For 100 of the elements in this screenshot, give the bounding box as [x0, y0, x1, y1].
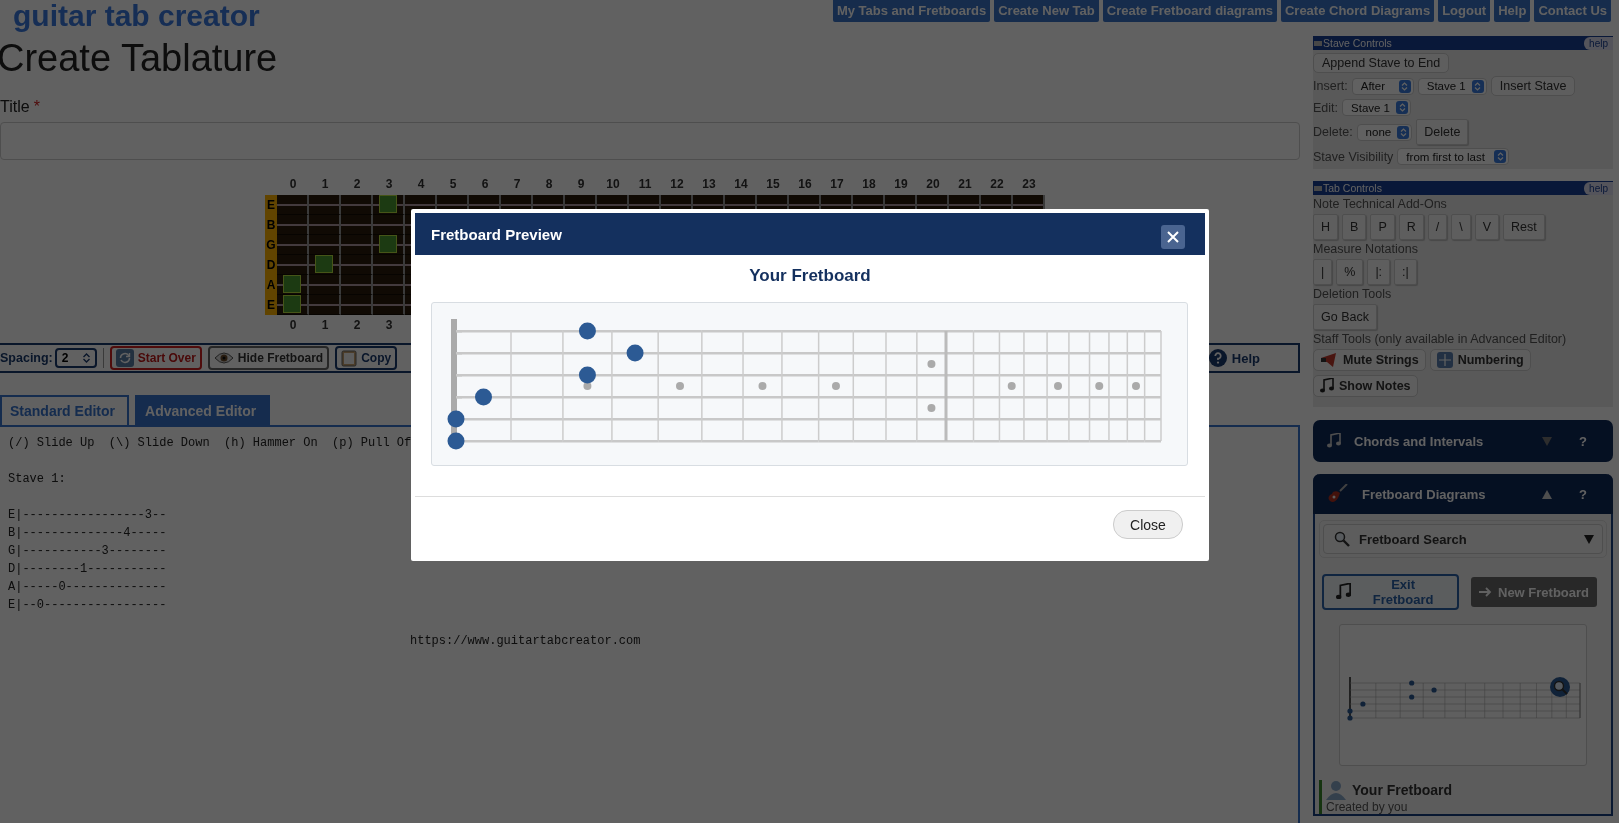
fret-number: 8 — [545, 177, 553, 191]
search-field[interactable]: Fretboard Search — [1323, 524, 1603, 554]
string-segment[interactable] — [511, 330, 563, 333]
note-marker[interactable] — [379, 195, 397, 213]
tool-button[interactable]: Go Back — [1313, 304, 1377, 330]
close-button[interactable] — [1161, 225, 1185, 249]
note-marker[interactable] — [379, 235, 397, 253]
fret-cell[interactable] — [341, 235, 373, 255]
minimize-icon[interactable] — [1314, 185, 1322, 191]
site-logo[interactable]: guitar tab creator — [13, 0, 260, 32]
close-button[interactable]: Close — [1113, 510, 1183, 539]
copy-button[interactable]: Copy — [335, 346, 398, 370]
arrow-right-icon — [1479, 587, 1492, 597]
fret-number: 14 — [734, 177, 748, 191]
fret-number: 3 — [385, 318, 393, 332]
fret-cell[interactable] — [341, 195, 373, 215]
spacing-label: Spacing: — [0, 351, 53, 365]
insert-stave-button[interactable]: Insert Stave — [1490, 76, 1576, 96]
refresh-icon — [115, 349, 134, 367]
minimize-icon[interactable] — [1314, 40, 1322, 46]
mute-icon — [1320, 352, 1338, 368]
person-icon — [1326, 780, 1346, 800]
fret-number: 9 — [577, 177, 585, 191]
modal-heading: Your Fretboard — [749, 266, 871, 286]
accordion-header[interactable]: Fretboard Diagrams ? — [1313, 474, 1613, 514]
fret-cell[interactable] — [309, 195, 341, 215]
tool-button[interactable]: B — [1342, 214, 1367, 240]
accordion-header[interactable]: Chords and Intervals ? — [1313, 420, 1613, 462]
tab-line: D|--------1----------- — [8, 561, 167, 578]
item-title: Your Fretboard — [1352, 782, 1453, 798]
tool-button[interactable]: |: — [1367, 259, 1391, 285]
help-link[interactable]: ? — [1579, 486, 1587, 502]
string-segment[interactable] — [511, 374, 563, 377]
note-marker[interactable] — [283, 275, 301, 293]
fret-number: 1 — [321, 318, 329, 332]
tab-line: B|--------------4----- — [8, 525, 167, 542]
nav-link[interactable]: Create Chord Diagrams — [1280, 0, 1435, 22]
fret-number: 3 — [385, 177, 393, 191]
fret-number: 12 — [670, 177, 684, 191]
help-button[interactable]: Help — [1206, 349, 1262, 367]
show-notes-button[interactable]: Show Notes — [1313, 375, 1418, 397]
spacing-select[interactable]: 2 — [54, 348, 97, 368]
delete-button[interactable]: Delete — [1416, 119, 1469, 145]
select-field[interactable]: Stave 1 — [1417, 77, 1487, 95]
nav-link[interactable]: Logout — [1438, 0, 1491, 22]
nav-link[interactable]: Help — [1494, 0, 1531, 22]
editor-tab[interactable]: Advanced Editor — [135, 395, 271, 425]
site-url: https://www.guitartabcreator.com — [410, 633, 641, 650]
tool-button[interactable]: H — [1313, 214, 1339, 240]
tool-button[interactable]: :| — [1394, 259, 1417, 285]
tool-button[interactable]: \ — [1451, 214, 1471, 240]
string-segment[interactable] — [456, 330, 511, 333]
fret-cell[interactable] — [277, 235, 309, 255]
fret-number: 2 — [353, 177, 361, 191]
fret-number: 17 — [830, 177, 844, 191]
editor-tab[interactable]: Standard Editor — [0, 395, 129, 425]
section-label: Deletion Tools — [1313, 287, 1393, 301]
tool-button[interactable]: V — [1474, 214, 1500, 240]
fret-number: 15 — [766, 177, 780, 191]
select-field[interactable]: from first to last — [1397, 148, 1510, 165]
accordion-title: Chords and Intervals — [1354, 433, 1484, 449]
fret-cell[interactable] — [277, 215, 309, 235]
numbering-button[interactable]: Numbering — [1429, 349, 1531, 371]
fret-number: 21 — [958, 177, 972, 191]
select-field[interactable]: After — [1351, 77, 1414, 95]
select-field[interactable]: none — [1356, 123, 1413, 141]
string-segment[interactable] — [456, 374, 511, 377]
string-segment[interactable] — [562, 352, 612, 355]
append-stave-button[interactable]: Append Stave to End — [1313, 53, 1450, 73]
string-segment[interactable] — [456, 352, 511, 355]
nav-link[interactable]: Create New Tab — [994, 0, 1099, 22]
tool-button[interactable]: Rest — [1503, 214, 1545, 240]
select-field[interactable]: Stave 1 — [1342, 99, 1411, 116]
help-link[interactable]: help — [1584, 181, 1613, 195]
mute-strings-button[interactable]: Mute Strings — [1313, 349, 1426, 371]
fret-number: 19 — [894, 177, 908, 191]
required-mark: * — [33, 98, 40, 116]
help-link[interactable]: help — [1584, 36, 1613, 50]
help-link[interactable]: ? — [1579, 433, 1587, 449]
tool-button[interactable]: | — [1313, 259, 1333, 285]
string-segment[interactable] — [511, 352, 563, 355]
tool-button[interactable]: / — [1427, 214, 1448, 240]
tool-button[interactable]: R — [1398, 214, 1424, 240]
guitar-icon — [1327, 484, 1349, 504]
start-over-button[interactable]: Start Over — [109, 346, 202, 370]
hide-fretboard-button[interactable]: Hide Fretboard — [207, 346, 330, 370]
fret-cell[interactable] — [277, 195, 309, 215]
nav-link[interactable]: Contact Us — [1534, 0, 1611, 22]
thumbnail-panel[interactable] — [1339, 624, 1587, 766]
caret-icon — [1542, 436, 1553, 446]
exit-fretboard-button[interactable]: Exit Fretboard — [1322, 574, 1459, 610]
inlay-dot — [758, 382, 767, 390]
magnifier-icon[interactable] — [1550, 677, 1570, 697]
nav-link[interactable]: Create Fretboard diagrams — [1102, 0, 1277, 22]
note-marker[interactable] — [315, 255, 333, 273]
select-arrow-icon — [1398, 79, 1411, 93]
tool-button[interactable]: P — [1370, 214, 1395, 240]
note-marker[interactable] — [283, 295, 301, 313]
tool-button[interactable]: % — [1336, 259, 1364, 285]
nav-link[interactable]: My Tabs and Fretboards — [832, 0, 991, 22]
